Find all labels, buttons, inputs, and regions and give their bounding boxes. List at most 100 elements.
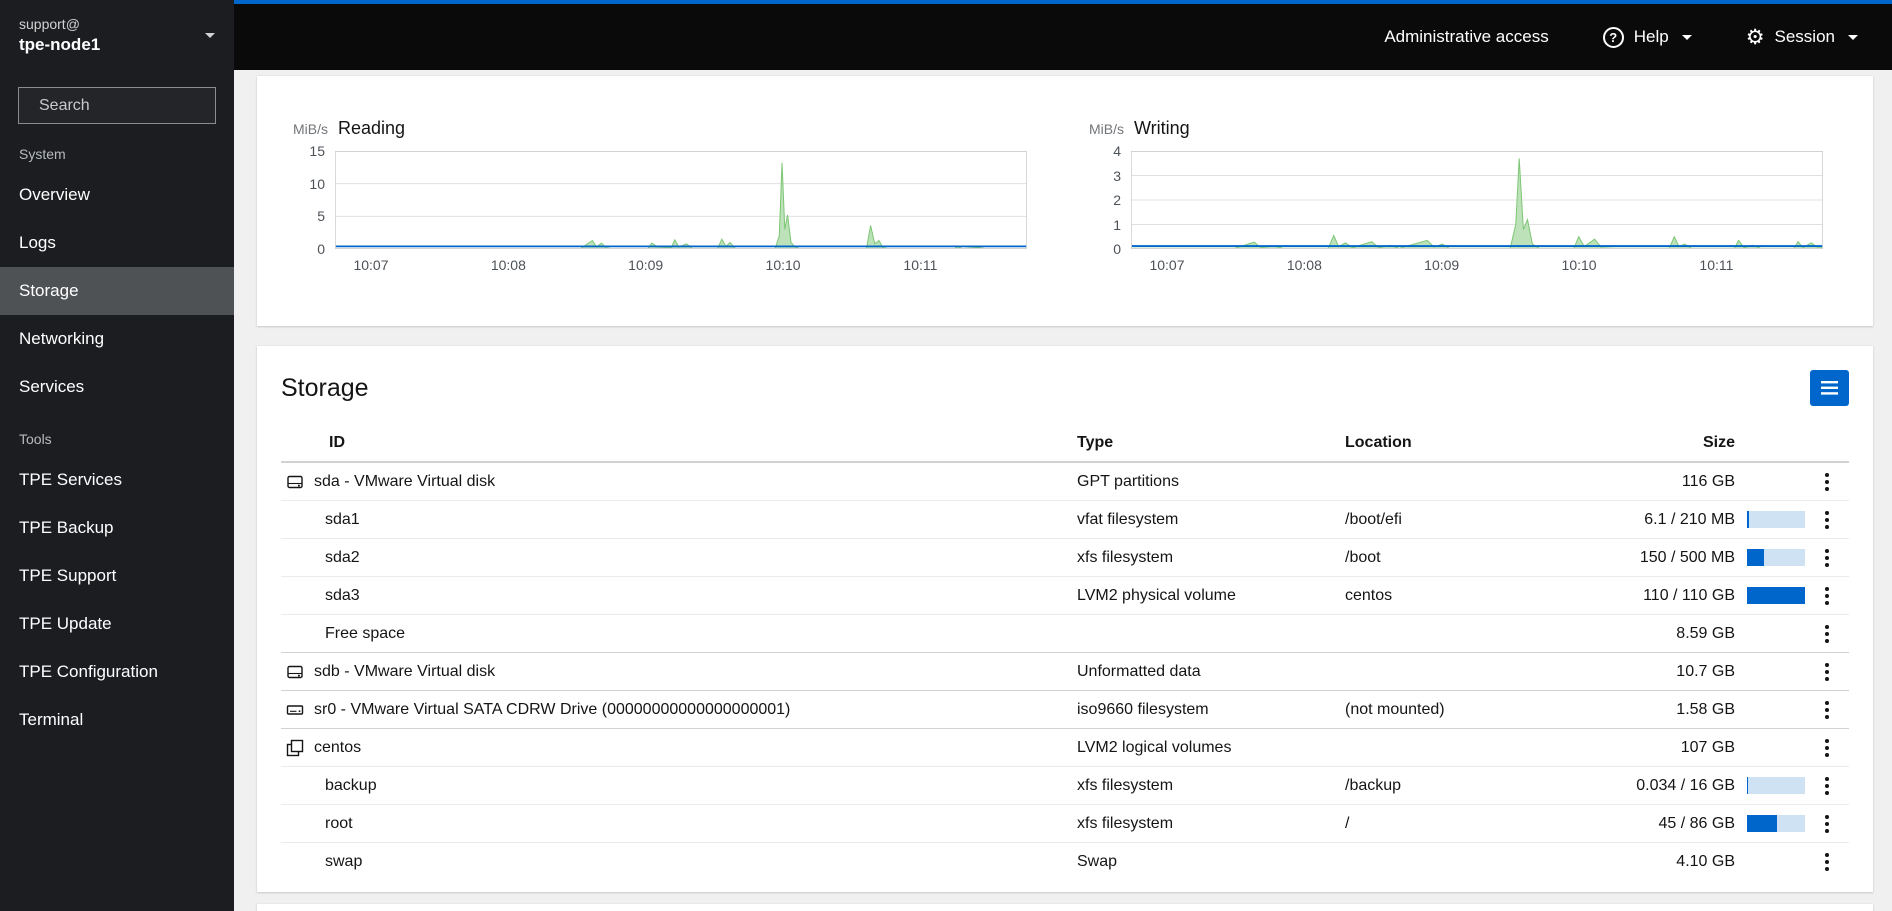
table-row-sda1[interactable]: sda1 vfat filesystem/boot/efi 6.1 / 210 MB xyxy=(281,500,1849,538)
page-title: Storage xyxy=(281,373,369,402)
y-tick-label: 1 xyxy=(1113,216,1121,233)
row-id-cell: sda3 xyxy=(281,587,1077,605)
host-switcher[interactable]: support@ tpe-node1 xyxy=(0,0,234,70)
y-tick-label: 10 xyxy=(309,175,325,192)
row-id-label: sr0 - VMware Virtual SATA CDRW Drive (00… xyxy=(314,700,791,718)
row-menu-button[interactable] xyxy=(1817,695,1837,725)
kebab-dot xyxy=(1825,745,1829,750)
row-type: LVM2 physical volume xyxy=(1077,586,1236,604)
row-menu-button[interactable] xyxy=(1817,505,1837,535)
sidebar-item-tpe-support[interactable]: TPE Support xyxy=(0,552,234,600)
kebab-dot xyxy=(1825,821,1829,826)
row-usage-cell xyxy=(1747,739,1805,756)
kebab-dot xyxy=(1825,638,1829,643)
row-size: 1.58 GB xyxy=(1676,700,1735,718)
table-row-free-space[interactable]: Free space 8.59 GB xyxy=(281,614,1849,652)
administrative-access-button[interactable]: Administrative access xyxy=(1384,27,1548,47)
row-usage-cell xyxy=(1747,625,1805,642)
table-row-swap[interactable]: swap Swap 4.10 GB xyxy=(281,842,1849,880)
sidebar-item-tpe-services[interactable]: TPE Services xyxy=(0,456,234,504)
chart-header: MiB/s Reading xyxy=(293,118,1027,139)
sidebar-item-tpe-update[interactable]: TPE Update xyxy=(0,600,234,648)
kebab-dot xyxy=(1825,524,1829,529)
table-row-sda2[interactable]: sda2 xfs filesystem/boot 150 / 500 MB xyxy=(281,538,1849,576)
row-menu-button[interactable] xyxy=(1817,467,1837,497)
row-menu-button[interactable] xyxy=(1817,847,1837,877)
sidebar-item-overview[interactable]: Overview xyxy=(0,171,234,219)
row-location: /boot/efi xyxy=(1345,510,1402,528)
sidebar-item-storage[interactable]: Storage xyxy=(0,267,234,315)
row-menu-button[interactable] xyxy=(1817,733,1837,763)
nav-section-label-system: System xyxy=(19,146,66,162)
y-axis: 0 1 2 3 4 xyxy=(1083,143,1131,257)
kebab-dot xyxy=(1825,624,1829,629)
row-usage-cell xyxy=(1747,853,1805,870)
row-id-label: swap xyxy=(325,852,363,870)
row-menu-button[interactable] xyxy=(1817,543,1837,573)
usage-bar xyxy=(1747,549,1805,566)
x-tick-label: 10:07 xyxy=(353,257,389,273)
kebab-dot xyxy=(1825,714,1829,719)
kebab-dot xyxy=(1825,479,1829,484)
session-menu-button[interactable]: ⚙ Session xyxy=(1746,26,1858,48)
chart-plot: 10:07 10:08 10:09 10:10 10:11 xyxy=(335,151,1027,273)
row-size: 45 / 86 GB xyxy=(1658,814,1736,832)
chart-plot: 10:07 10:08 10:09 10:10 10:11 xyxy=(1131,151,1823,273)
column-header-id: ID xyxy=(329,433,345,451)
storage-menu-button[interactable] xyxy=(1810,370,1849,406)
search-input[interactable] xyxy=(39,96,234,115)
table-row-backup[interactable]: backup xfs filesystem/backup 0.034 / 16 GB xyxy=(281,766,1849,804)
question-glyph: ? xyxy=(1609,29,1618,45)
row-id-cell: backup xyxy=(281,777,1077,795)
usage-bar-fill xyxy=(1747,549,1765,566)
sidebar-item-services[interactable]: Services xyxy=(0,363,234,411)
row-menu-button[interactable] xyxy=(1817,809,1837,839)
row-id-cell: root xyxy=(281,815,1077,833)
row-menu-button[interactable] xyxy=(1817,581,1837,611)
sidebar-nav: System Overview Logs Storage Networking Servi… xyxy=(0,126,234,744)
row-id-cell: sda - VMware Virtual disk xyxy=(281,473,1077,491)
row-id-cell: swap xyxy=(281,853,1077,871)
sidebar-item-tpe-configuration[interactable]: TPE Configuration xyxy=(0,648,234,696)
header-spacer xyxy=(1747,434,1805,451)
row-actions-cell xyxy=(1805,505,1849,535)
row-actions-cell xyxy=(1805,657,1849,687)
table-row-sr0-vmware-virtual-sata-cdrw-drive-00000000000000000001[interactable]: sr0 - VMware Virtual SATA CDRW Drive (00… xyxy=(281,690,1849,728)
sidebar-item-terminal[interactable]: Terminal xyxy=(0,696,234,744)
row-location: centos xyxy=(1345,586,1393,604)
table-row-sda-vmware-virtual-disk[interactable]: sda - VMware Virtual disk GPT partitions 1… xyxy=(281,462,1849,500)
chart-unit-label: MiB/s xyxy=(1089,121,1124,137)
row-menu-button[interactable] xyxy=(1817,771,1837,801)
table-row-root[interactable]: root xfs filesystem / 45 / 86 GB xyxy=(281,804,1849,842)
sidebar-item-tpe-backup[interactable]: TPE Backup xyxy=(0,504,234,552)
column-header-location: Location xyxy=(1345,433,1412,451)
storage-table: ID Type Location Size sda - VMware Virtual d… xyxy=(281,424,1849,880)
x-tick-label: 10:08 xyxy=(1286,257,1322,273)
kebab-dot xyxy=(1825,555,1829,560)
table-row-sdb-vmware-virtual-disk[interactable]: sdb - VMware Virtual disk Unformatted dat… xyxy=(281,652,1849,690)
row-type: vfat filesystem xyxy=(1077,510,1179,528)
sidebar-item-networking[interactable]: Networking xyxy=(0,315,234,363)
session-label: Session xyxy=(1774,27,1835,46)
row-type: GPT partitions xyxy=(1077,472,1179,490)
row-size: 10.7 GB xyxy=(1676,662,1735,680)
usage-bar xyxy=(1747,511,1805,528)
kebab-dot xyxy=(1825,517,1829,522)
chart-reading: MiB/s Reading 0 5 10 15 10:07 10:08 10:09 10:10 10… xyxy=(287,118,1027,326)
chevron-down-icon xyxy=(1848,34,1858,40)
kebab-dot xyxy=(1825,586,1829,591)
x-tick-label: 10:09 xyxy=(1424,257,1460,273)
table-row-sda3[interactable]: sda3 LVM2 physical volume centos 110 / 110 … xyxy=(281,576,1849,614)
table-row-centos[interactable]: centos LVM2 logical volumes 107 GB xyxy=(281,728,1849,766)
usage-bar-fill xyxy=(1747,511,1749,528)
row-menu-button[interactable] xyxy=(1817,657,1837,687)
row-id-label: root xyxy=(325,814,353,832)
row-menu-button[interactable] xyxy=(1817,619,1837,649)
help-menu-button[interactable]: ? Help xyxy=(1602,26,1692,48)
sidebar-item-logs[interactable]: Logs xyxy=(0,219,234,267)
chart-writing: MiB/s Writing 0 1 2 3 4 10:07 10:08 10:09 10:10 10:… xyxy=(1083,118,1823,326)
row-type: iso9660 filesystem xyxy=(1077,700,1209,718)
host-user: support@ xyxy=(19,15,80,32)
x-tick-label: 10:08 xyxy=(490,257,526,273)
row-id-label: sda - VMware Virtual disk xyxy=(314,472,496,490)
